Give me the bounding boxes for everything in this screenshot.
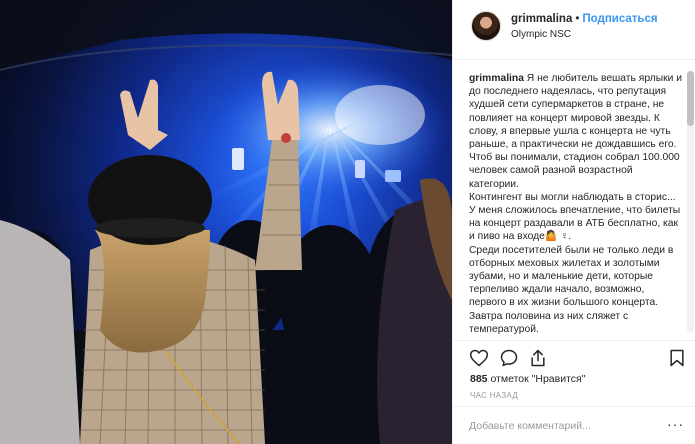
comment-input[interactable] <box>469 418 659 434</box>
follow-button[interactable]: Подписаться <box>582 13 657 25</box>
concert-photo-illustration <box>0 0 452 444</box>
avatar[interactable] <box>471 11 501 41</box>
comments-area[interactable]: grimmalina Я не любитель вешать ярлыки и… <box>453 61 695 339</box>
comment-bar: ··· <box>453 406 695 444</box>
separator-dot: • <box>575 13 580 25</box>
likes-suffix: "Нравится" <box>531 373 586 385</box>
location-link[interactable]: Olympic NSC <box>511 29 571 40</box>
caption-text: Я не любитель вешать ярлыки и до последн… <box>469 73 682 335</box>
heart-icon[interactable] <box>469 348 489 368</box>
username-link[interactable]: grimmalina <box>511 13 572 25</box>
user-line: grimmalina • Подписаться <box>511 13 658 25</box>
post-photo[interactable] <box>0 0 452 444</box>
more-options-button[interactable]: ··· <box>667 417 684 431</box>
likes-word: отметок <box>490 373 529 385</box>
scrollbar[interactable] <box>687 71 694 333</box>
scrollbar-thumb[interactable] <box>687 71 694 126</box>
likes-count[interactable]: 885 отметок "Нравится" <box>470 373 585 385</box>
post-caption: grimmalina Я не любитель вешать ярлыки и… <box>469 72 683 336</box>
bookmark-icon[interactable] <box>667 348 687 368</box>
post-details-panel: grimmalina • Подписаться Olympic NSC grimm… <box>452 0 695 444</box>
comment-icon[interactable] <box>499 348 519 368</box>
action-bar <box>453 340 695 370</box>
post-header: grimmalina • Подписаться Olympic NSC <box>453 0 695 60</box>
share-icon[interactable] <box>528 348 548 368</box>
likes-number: 885 <box>470 373 488 385</box>
post-timestamp[interactable]: ЧАС НАЗАД <box>470 391 518 400</box>
caption-username[interactable]: grimmalina <box>469 73 524 84</box>
